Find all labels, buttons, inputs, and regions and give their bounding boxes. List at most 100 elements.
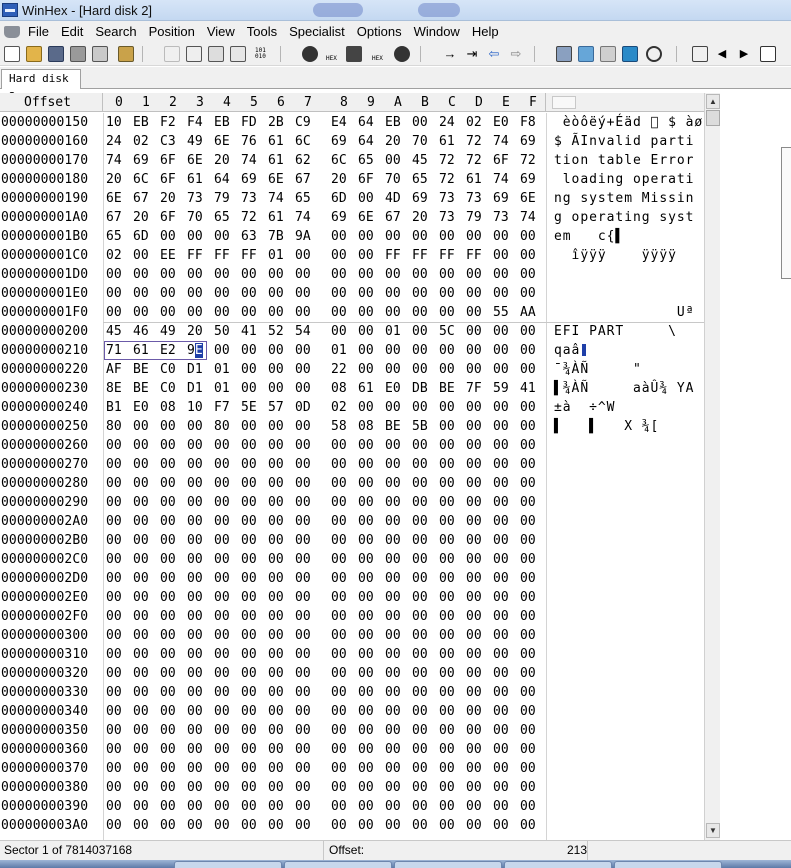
hex-byte[interactable]: 00	[466, 702, 482, 721]
previous-icon[interactable]: ◀	[714, 46, 730, 62]
hex-byte[interactable]: 00	[385, 531, 401, 550]
hex-byte[interactable]: 74	[106, 151, 122, 170]
hex-byte[interactable]: 02	[133, 132, 149, 151]
hex-byte[interactable]: 00	[160, 474, 176, 493]
hex-byte[interactable]: 00	[385, 588, 401, 607]
hex-byte[interactable]: 00	[241, 588, 257, 607]
hex-byte[interactable]: 00	[439, 341, 455, 360]
hex-byte[interactable]: 00	[295, 626, 311, 645]
hex-row[interactable]: 00000000350 00 00 00 00 00 00 00 00 00 00 00 00 00 00 0…	[0, 721, 704, 740]
hex-byte[interactable]: 00	[358, 607, 374, 626]
hex-byte[interactable]: 62	[295, 151, 311, 170]
hex-byte[interactable]: 73	[439, 208, 455, 227]
hex-byte[interactable]: 00	[214, 455, 230, 474]
replace-text-icon[interactable]	[346, 46, 362, 62]
hex-byte[interactable]: 70	[412, 132, 428, 151]
hex-byte[interactable]: 69	[241, 170, 257, 189]
hex-byte[interactable]: 00	[295, 512, 311, 531]
hex-byte[interactable]: 10	[187, 398, 203, 417]
hex-byte[interactable]: 00	[187, 740, 203, 759]
hex-byte[interactable]: 02	[106, 246, 122, 265]
hex-row[interactable]: 00000000270 00 00 00 00 00 00 00 00 00 00 00 00 00 00 0…	[0, 455, 704, 474]
hex-byte[interactable]: 00	[268, 797, 284, 816]
hex-byte[interactable]: 00	[295, 816, 311, 835]
hex-byte[interactable]: 00	[214, 740, 230, 759]
hex-byte[interactable]: 63	[241, 227, 257, 246]
hex-byte[interactable]: 00	[187, 512, 203, 531]
hex-byte[interactable]: 00	[241, 626, 257, 645]
hex-byte[interactable]: 00	[160, 702, 176, 721]
hex-byte[interactable]: B1	[106, 398, 122, 417]
hex-byte[interactable]: 00	[412, 664, 428, 683]
hex-byte[interactable]: 00	[106, 569, 122, 588]
hex-byte[interactable]: 00	[358, 322, 374, 341]
hex-byte[interactable]: 00	[439, 455, 455, 474]
hex-byte[interactable]: E2	[160, 341, 176, 360]
hex-byte[interactable]: 00	[358, 265, 374, 284]
hex-byte[interactable]: 00	[331, 569, 347, 588]
hex-byte[interactable]: 00	[241, 265, 257, 284]
hex-byte[interactable]: 69	[331, 208, 347, 227]
hex-byte[interactable]: 00	[412, 227, 428, 246]
hex-byte[interactable]: 00	[466, 588, 482, 607]
hex-byte[interactable]: 01	[214, 360, 230, 379]
taskbar-button[interactable]	[174, 861, 282, 868]
hex-byte[interactable]: 6C	[295, 132, 311, 151]
hex-byte[interactable]: 00	[268, 265, 284, 284]
hex-byte[interactable]: 00	[439, 778, 455, 797]
hex-byte[interactable]: 00	[160, 569, 176, 588]
hex-byte[interactable]: 00	[358, 569, 374, 588]
hex-byte[interactable]: 00	[133, 702, 149, 721]
find-hex-icon[interactable]: HEX	[324, 46, 340, 62]
hex-row[interactable]: 00000000220 AF BE C0 D1 01 00 00 00 22 00 00 00 00 00 0…	[0, 360, 704, 379]
hex-byte[interactable]: 00	[268, 664, 284, 683]
hex-byte[interactable]: 00	[412, 759, 428, 778]
hex-byte[interactable]: 00	[385, 759, 401, 778]
ascii-text[interactable]: ng system Missin	[554, 189, 694, 208]
hex-byte[interactable]: 00	[439, 265, 455, 284]
hex-byte[interactable]: 00	[331, 322, 347, 341]
find-text-icon[interactable]	[302, 46, 318, 62]
hex-byte[interactable]: 00	[106, 493, 122, 512]
tab-hard-disk-2[interactable]: Hard disk 2	[1, 69, 81, 103]
hex-byte[interactable]: 00	[160, 436, 176, 455]
hex-byte[interactable]: 00	[385, 151, 401, 170]
menu-specialist[interactable]: Specialist	[285, 22, 353, 41]
hex-byte[interactable]: 00	[412, 113, 428, 132]
hex-byte[interactable]: 00	[160, 778, 176, 797]
hex-byte[interactable]: 00	[241, 360, 257, 379]
hex-byte[interactable]: 00	[214, 284, 230, 303]
hex-byte[interactable]: 00	[214, 645, 230, 664]
offset-column-header[interactable]: Offset	[0, 93, 103, 112]
hex-byte[interactable]: 24	[439, 113, 455, 132]
hex-byte[interactable]: 20	[133, 208, 149, 227]
hex-byte[interactable]: 00	[412, 360, 428, 379]
hex-byte[interactable]: 00	[187, 683, 203, 702]
hex-byte[interactable]: 00	[385, 360, 401, 379]
hex-byte[interactable]: 00	[106, 607, 122, 626]
hex-byte[interactable]: 00	[331, 455, 347, 474]
hex-byte[interactable]: 76	[241, 132, 257, 151]
hex-byte[interactable]: 00	[466, 474, 482, 493]
menu-file[interactable]: File	[24, 22, 57, 41]
hex-byte[interactable]: 00	[106, 721, 122, 740]
hex-byte[interactable]: 00	[295, 721, 311, 740]
hex-row[interactable]: 00000000210 71 61 E2 9E 00 00 00 00 01 00 00 00 00 00 0…	[0, 341, 704, 360]
hex-byte[interactable]: 00	[466, 683, 482, 702]
hex-byte[interactable]: 00	[466, 360, 482, 379]
hex-row[interactable]: 00000000170 74 69 6F 6E 20 74 61 62 6C 65 00 45 72 72 6…	[0, 151, 704, 170]
hex-byte[interactable]: 00	[358, 531, 374, 550]
hex-byte[interactable]: FF	[412, 246, 428, 265]
hex-byte[interactable]: 08	[331, 379, 347, 398]
hex-byte[interactable]: 00	[493, 740, 509, 759]
hex-byte[interactable]: E0	[133, 398, 149, 417]
hex-byte[interactable]: 00	[385, 265, 401, 284]
hex-byte[interactable]: 00	[133, 417, 149, 436]
hex-byte[interactable]: 00	[295, 455, 311, 474]
hex-byte[interactable]: 20	[214, 151, 230, 170]
hex-byte[interactable]: 72	[466, 132, 482, 151]
hex-byte[interactable]: 00	[187, 455, 203, 474]
hex-byte[interactable]: 58	[331, 417, 347, 436]
hex-byte[interactable]: FF	[187, 246, 203, 265]
hex-byte[interactable]: 00	[106, 740, 122, 759]
